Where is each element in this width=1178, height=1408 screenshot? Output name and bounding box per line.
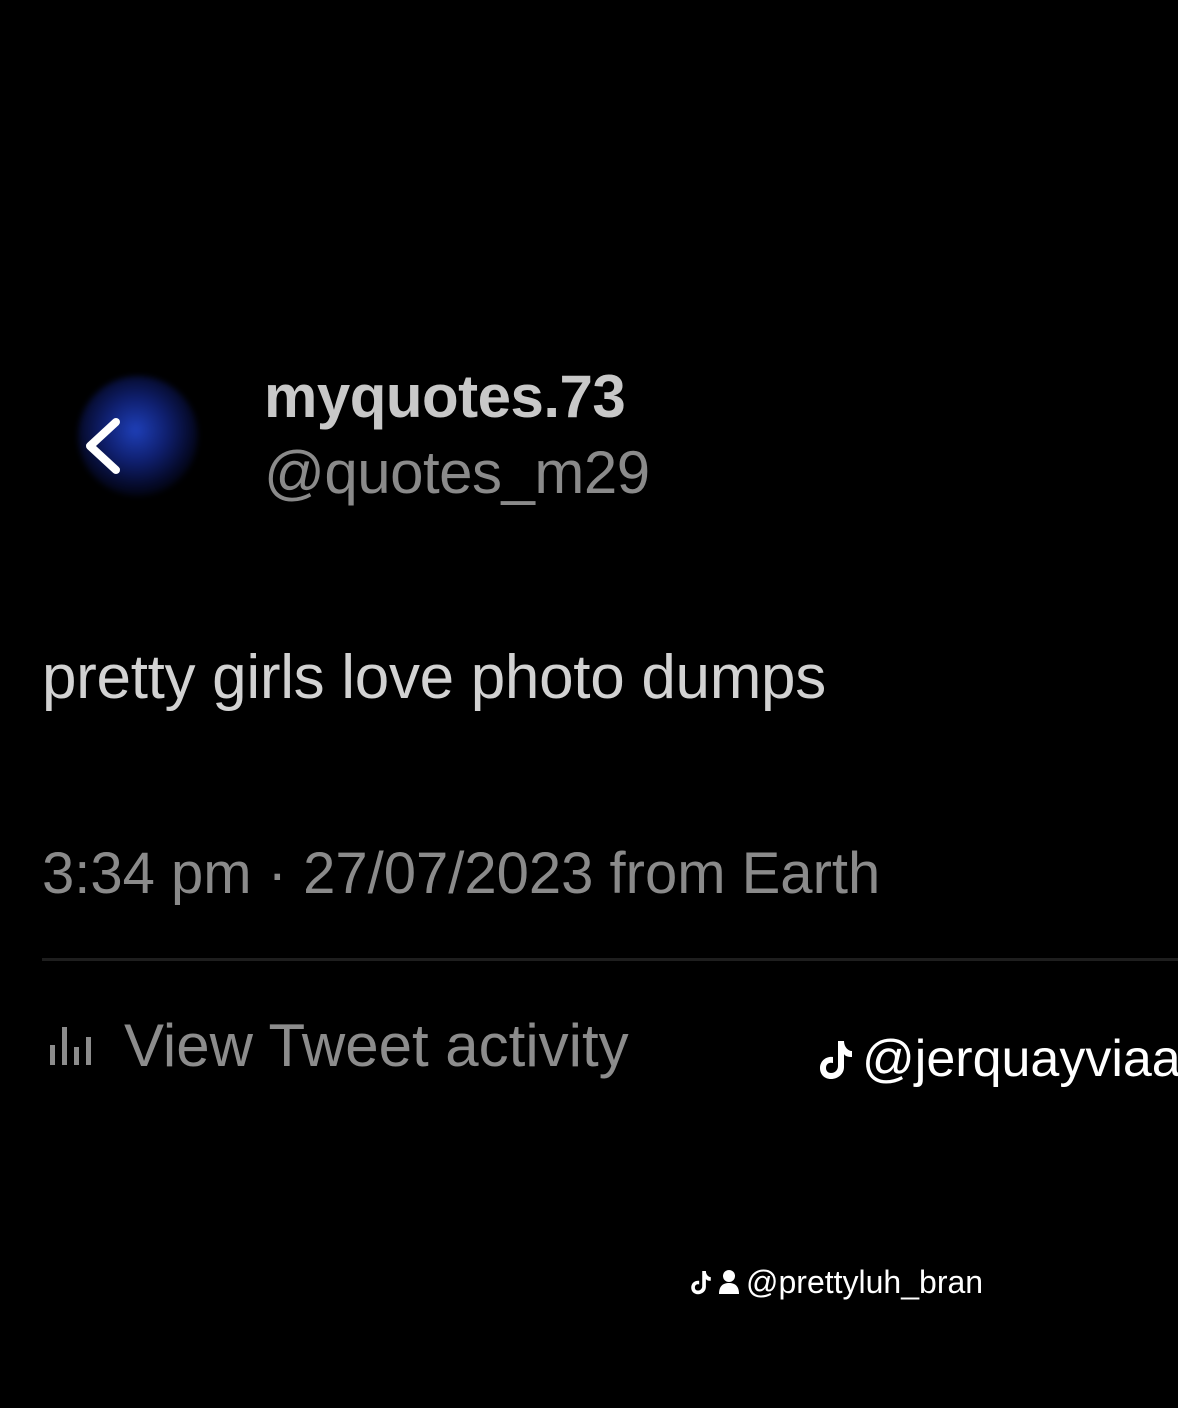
divider bbox=[42, 958, 1178, 961]
tiktok-icon bbox=[691, 1271, 711, 1295]
watermark-primary-text: @jerquayviaa bbox=[862, 1030, 1178, 1088]
watermark-secondary-text: @prettyluh_bran bbox=[746, 1263, 984, 1300]
tweet-timestamp: 3:34 pm · 27/07/2023 from Earth bbox=[42, 841, 881, 906]
user-icon bbox=[719, 1270, 739, 1294]
tiktok-icon bbox=[820, 1041, 852, 1079]
watermark-secondary: @prettyluh_bran bbox=[690, 1262, 983, 1302]
tweet-text: pretty girls love photo dumps bbox=[42, 643, 826, 712]
view-tweet-activity-label: View Tweet activity bbox=[124, 1011, 629, 1079]
chevron-left-icon[interactable] bbox=[80, 414, 128, 478]
view-tweet-activity-link[interactable]: View Tweet activity bbox=[48, 1010, 629, 1080]
user-handle[interactable]: @quotes_m29 bbox=[264, 438, 650, 507]
watermark-primary: @jerquayviaa bbox=[818, 1022, 1178, 1096]
display-name[interactable]: myquotes.73 bbox=[264, 362, 626, 431]
bar-chart-icon bbox=[50, 1027, 91, 1065]
